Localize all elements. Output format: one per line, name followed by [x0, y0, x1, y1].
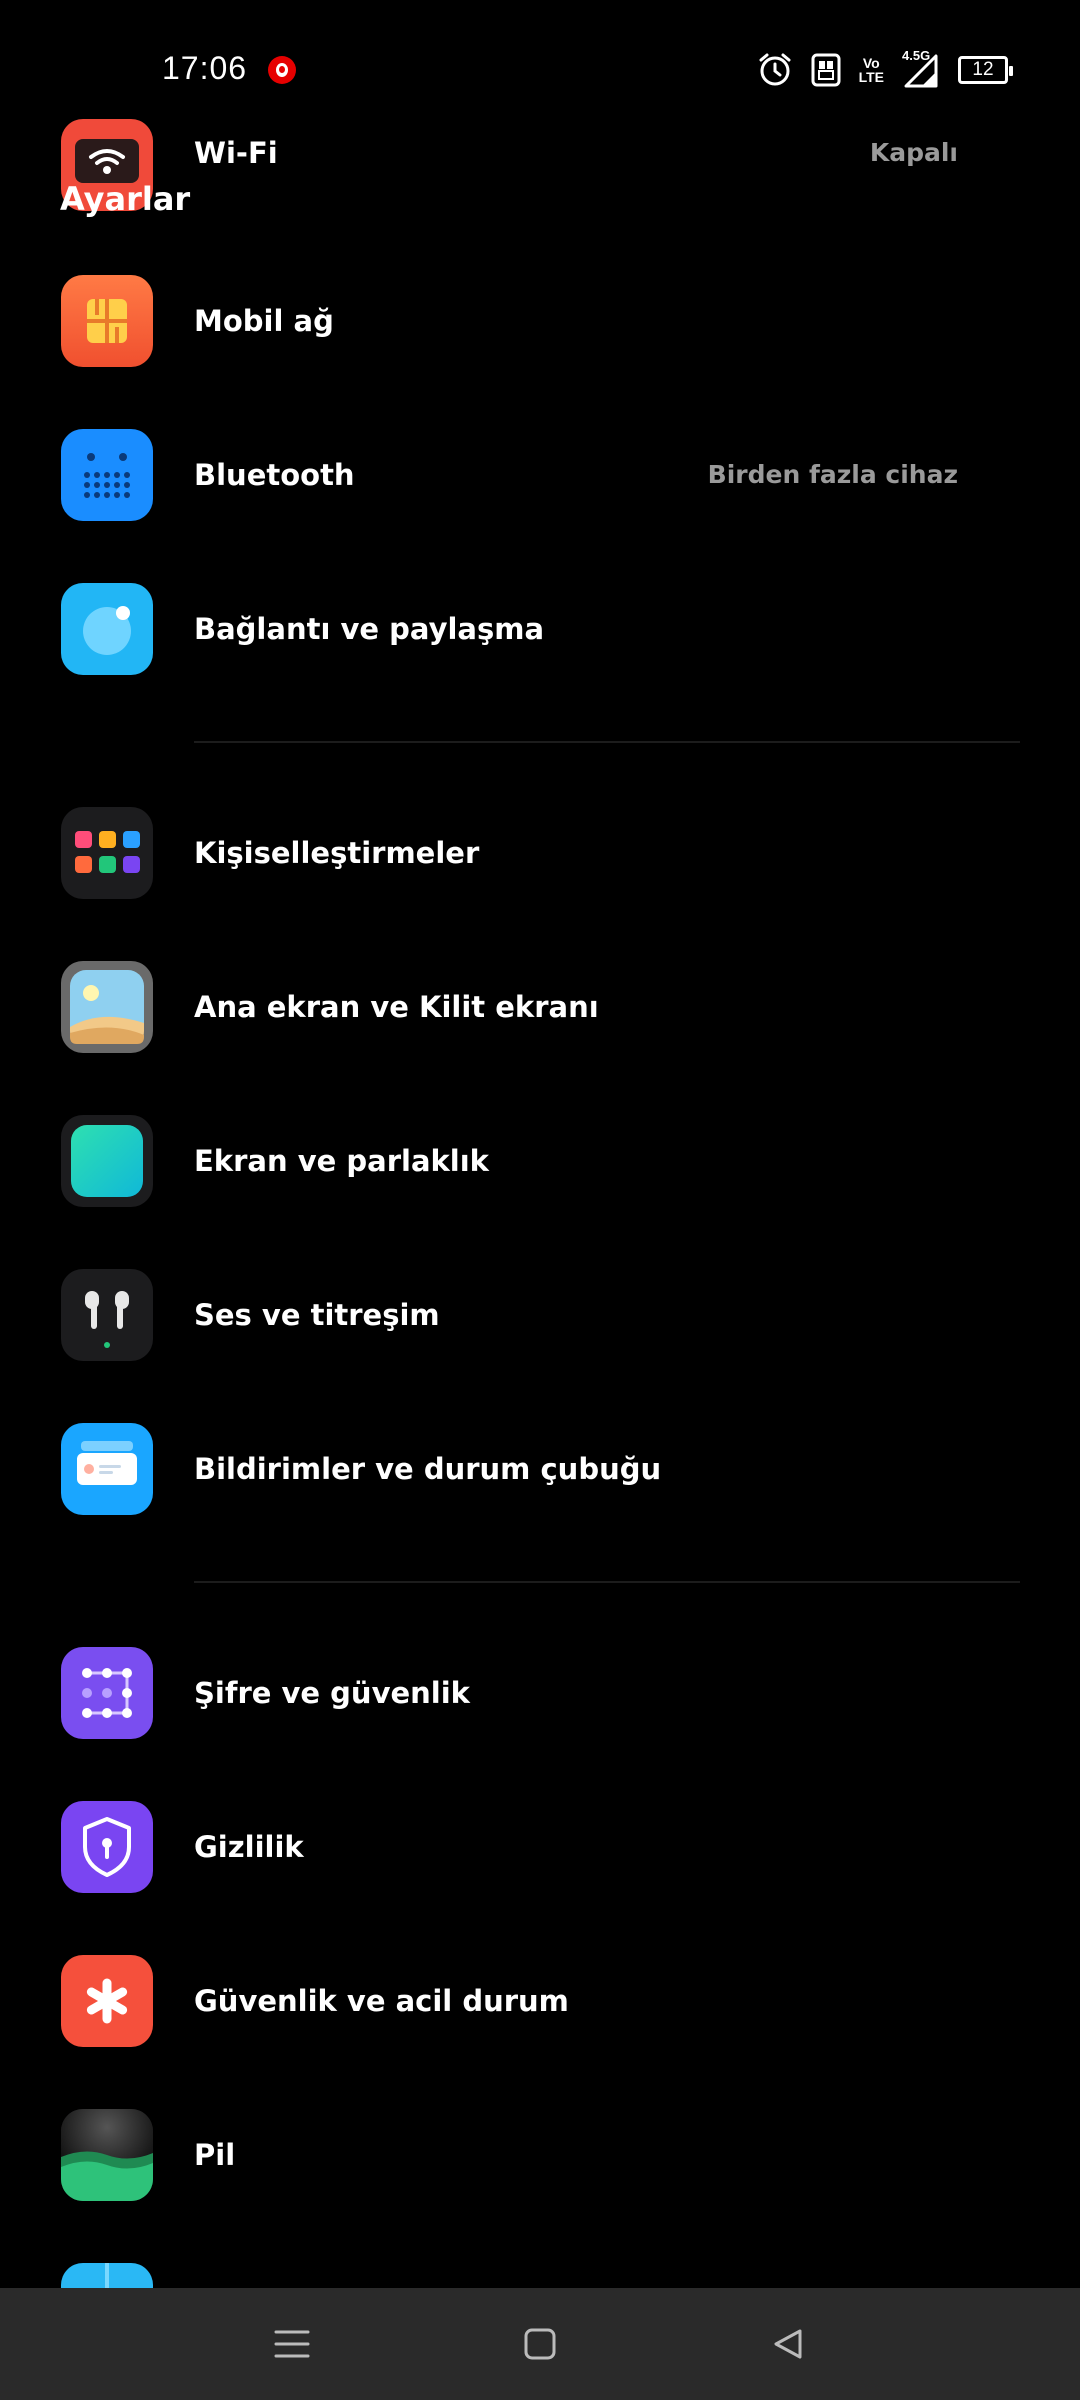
page-title: Ayarlar: [60, 180, 191, 218]
setting-label: Kişiselleştirmeler: [194, 836, 480, 870]
setting-label: Bluetooth: [194, 458, 355, 492]
setting-wifi[interactable]: Wi-Fi Kapalı: [0, 88, 1080, 242]
navigation-bar: [0, 2288, 1080, 2400]
section-divider: [194, 741, 1020, 743]
connection-icon: [61, 583, 153, 675]
setting-label: Bağlantı ve paylaşma: [194, 612, 545, 646]
wallpaper-icon: [61, 961, 153, 1053]
battery-icon: 12: [958, 56, 1013, 84]
setting-password-security[interactable]: Şifre ve güvenlik: [0, 1616, 1080, 1770]
setting-value: Kapalı: [869, 138, 958, 167]
setting-label: Ekran ve parlaklık: [194, 1144, 489, 1178]
setting-label: Pil: [194, 2138, 236, 2172]
setting-battery[interactable]: Pil: [0, 2078, 1080, 2232]
setting-label: Ses ve titreşim: [194, 1298, 440, 1332]
setting-label: Bildirimler ve durum çubuğu: [194, 1452, 662, 1486]
setting-display-brightness[interactable]: Ekran ve parlaklık: [0, 1084, 1080, 1238]
setting-privacy[interactable]: Gizlilik: [0, 1770, 1080, 1924]
home-button[interactable]: [512, 2316, 568, 2372]
alarm-icon: [759, 53, 791, 86]
setting-label: Güvenlik ve acil durum: [194, 1984, 569, 2018]
setting-home-lock-screen[interactable]: Ana ekran ve Kilit ekranı: [0, 930, 1080, 1084]
setting-sound-vibration[interactable]: Ses ve titreşim: [0, 1238, 1080, 1392]
setting-safety-emergency[interactable]: Güvenlik ve acil durum: [0, 1924, 1080, 2078]
setting-label: Mobil ağ: [194, 304, 334, 338]
bluetooth-icon: [61, 429, 153, 521]
setting-bluetooth[interactable]: Bluetooth Birden fazla cihaz: [0, 398, 1080, 552]
setting-value: Birden fazla cihaz: [707, 460, 958, 489]
battery-level: 12: [972, 59, 994, 80]
setting-personalization[interactable]: Kişiselleştirmeler: [0, 776, 1080, 930]
back-button[interactable]: [760, 2316, 816, 2372]
back-icon: [774, 2329, 802, 2359]
sim-card-icon: [61, 275, 153, 367]
setting-label: Gizlilik: [194, 1830, 304, 1864]
setting-label: Ana ekran ve Kilit ekranı: [194, 990, 599, 1024]
earbuds-icon: [61, 1269, 153, 1361]
privacy-shield-icon: [61, 1801, 153, 1893]
setting-label: Wi-Fi: [194, 136, 278, 170]
battery-wave-icon: [61, 2109, 153, 2201]
setting-label: Şifre ve güvenlik: [194, 1676, 470, 1710]
notification-icon: [61, 1423, 153, 1515]
setting-connection-sharing[interactable]: Bağlantı ve paylaşma: [0, 552, 1080, 706]
setting-notifications[interactable]: Bildirimler ve durum çubuğu: [0, 1392, 1080, 1546]
menu-icon: [274, 2330, 310, 2358]
menu-button[interactable]: [264, 2316, 320, 2372]
apps-grid-icon: [61, 807, 153, 899]
setting-mobile-network[interactable]: Mobil ağ: [0, 244, 1080, 398]
pattern-lock-icon: [61, 1647, 153, 1739]
volte-top: Vo: [862, 55, 880, 71]
section-divider: [194, 1581, 1020, 1583]
home-icon: [524, 2328, 556, 2360]
emergency-icon: [61, 1955, 153, 2047]
display-icon: [61, 1115, 153, 1207]
sim-status-icon: [811, 53, 841, 87]
setting-next-partial[interactable]: [0, 2232, 1080, 2288]
partial-app-icon: [61, 2263, 153, 2288]
